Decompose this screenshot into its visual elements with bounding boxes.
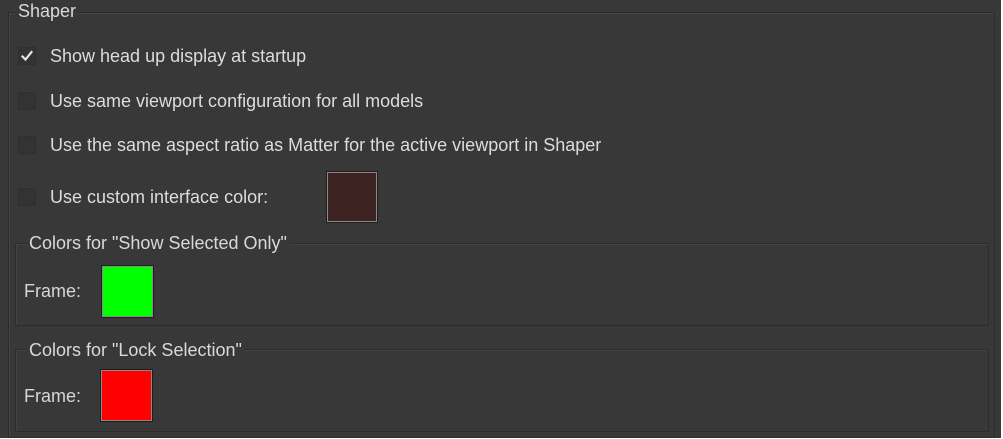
custom-interface-color-checkbox[interactable] <box>18 188 36 206</box>
lock-selection-frame-color-swatch[interactable] <box>100 369 153 422</box>
custom-interface-color-swatch[interactable] <box>326 171 378 223</box>
show-selected-only-frame-color-swatch[interactable] <box>101 265 154 318</box>
same-viewport-config-label: Use same viewport configuration for all … <box>50 91 424 111</box>
same-viewport-config-checkbox[interactable] <box>18 92 36 110</box>
show-hud-at-startup-option[interactable]: Show head up display at startup <box>18 45 306 67</box>
lock-selection-group <box>15 349 989 432</box>
shaper-group-title: Shaper <box>16 1 79 21</box>
lock-selection-group-title: Colors for "Lock Selection" <box>27 340 244 360</box>
show-hud-at-startup-checkbox[interactable] <box>18 47 36 65</box>
checkmark-icon <box>20 50 34 62</box>
custom-interface-color-option[interactable]: Use custom interface color: <box>18 186 268 208</box>
shaper-settings-panel: Shaper Show head up display at startup U… <box>0 0 1001 438</box>
same-aspect-ratio-label: Use the same aspect ratio as Matter for … <box>50 135 602 155</box>
show-selected-only-group <box>15 243 989 326</box>
same-viewport-config-option[interactable]: Use same viewport configuration for all … <box>18 90 423 112</box>
show-selected-only-frame-label: Frame: <box>24 281 82 301</box>
custom-interface-color-label: Use custom interface color: <box>50 187 269 207</box>
show-hud-at-startup-label: Show head up display at startup <box>50 46 307 66</box>
same-aspect-ratio-checkbox[interactable] <box>18 136 36 154</box>
lock-selection-frame-label: Frame: <box>24 386 82 406</box>
same-aspect-ratio-option[interactable]: Use the same aspect ratio as Matter for … <box>18 134 601 156</box>
show-selected-only-group-title: Colors for "Show Selected Only" <box>27 233 289 253</box>
